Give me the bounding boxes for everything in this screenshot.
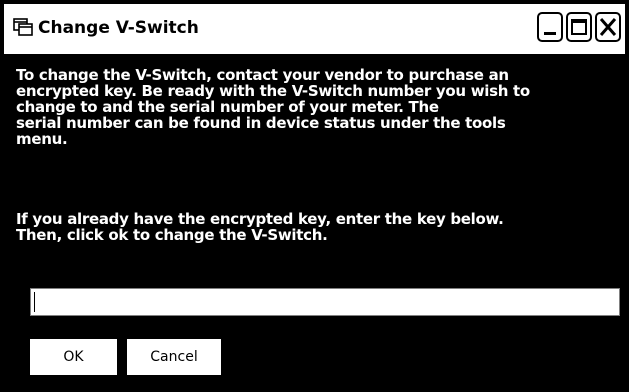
maximize-icon (571, 19, 587, 35)
encrypted-key-input[interactable] (30, 288, 620, 316)
text-cursor (34, 292, 35, 312)
enter-key-line: Then, click ok to change the V-Switch. (16, 226, 328, 244)
minimize-button[interactable] (537, 12, 563, 42)
instructions-line: To change the V-Switch, contact your ven… (16, 66, 509, 84)
dialog-window-icon (12, 16, 34, 38)
close-icon (599, 18, 617, 36)
change-v-switch-dialog: Change V-Switch To change the V-Switch, … (0, 0, 629, 392)
cancel-button[interactable]: Cancel (127, 339, 221, 375)
enter-key-paragraph: If you already have the encrypted key, e… (16, 211, 616, 243)
instructions-line: encrypted key. Be ready with the V-Switc… (16, 82, 530, 100)
close-button[interactable] (595, 12, 621, 42)
window-title: Change V-Switch (38, 18, 199, 38)
ok-button[interactable]: OK (30, 339, 117, 375)
instructions-line: menu. (16, 130, 68, 148)
instructions-line: change to and the serial number of your … (16, 98, 439, 116)
title-bar[interactable]: Change V-Switch (4, 4, 625, 54)
enter-key-line: If you already have the encrypted key, e… (16, 210, 504, 228)
maximize-button[interactable] (566, 12, 592, 42)
minimize-icon (544, 32, 556, 35)
instructions-line: serial number can be found in device sta… (16, 114, 506, 132)
instructions-paragraph: To change the V-Switch, contact your ven… (16, 67, 616, 147)
